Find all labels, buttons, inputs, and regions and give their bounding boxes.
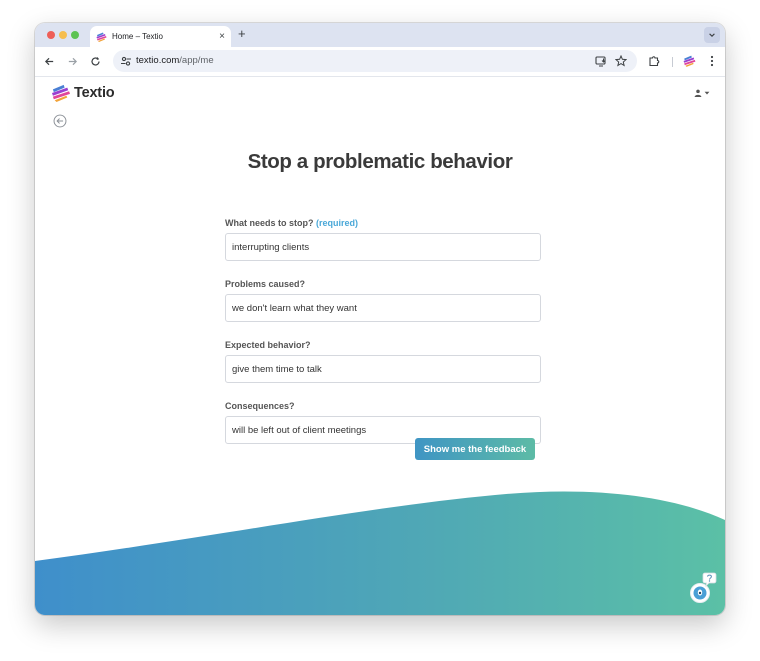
zoom-window-button[interactable] (71, 31, 79, 39)
textio-favicon-icon (96, 32, 107, 42)
problems-caused-input[interactable] (225, 294, 541, 322)
field-label-problems-caused: Problems caused? (225, 279, 306, 289)
address-bar[interactable]: textio.com/app/me (113, 50, 637, 72)
forward-button[interactable] (65, 54, 79, 68)
logo-text: Textio (74, 85, 115, 101)
chevron-down-icon (709, 33, 715, 37)
textio-logo-icon (52, 84, 70, 102)
help-chat-icon[interactable] (685, 571, 719, 607)
back-arrow-circle-icon[interactable] (53, 114, 67, 128)
extensions-button[interactable] (647, 54, 661, 68)
url-text: textio.com/app/me (136, 55, 214, 66)
tab-title: Home – Textio (112, 32, 163, 41)
reload-button[interactable] (88, 54, 102, 68)
field-label-expected-behavior: Expected behavior? (225, 340, 311, 350)
close-window-button[interactable] (47, 31, 55, 39)
field-label-what-needs-to-stop: What needs to stop? (required) (225, 218, 358, 228)
url-path: /app/me (179, 55, 214, 66)
reload-icon (90, 56, 100, 66)
what-needs-to-stop-input[interactable] (225, 233, 541, 261)
caret-down-icon (704, 91, 710, 95)
arrow-left-icon (44, 57, 53, 65)
page-content: Textio Stop a problematic behavior What … (35, 77, 725, 615)
url-host: textio.com (136, 55, 180, 66)
textio-extension-icon (683, 55, 695, 67)
close-tab-icon[interactable]: × (219, 31, 225, 42)
required-indicator: (required) (316, 218, 359, 228)
page-title: Stop a problematic behavior (247, 150, 513, 173)
textio-logo[interactable]: Textio (51, 84, 115, 102)
puzzle-icon (649, 56, 660, 67)
expected-behavior-input[interactable] (225, 355, 541, 383)
user-menu-button[interactable] (694, 89, 710, 97)
browser-menu-button[interactable] (705, 54, 719, 68)
back-button[interactable] (42, 54, 56, 68)
site-settings-icon[interactable] (120, 55, 132, 67)
browser-tab[interactable]: Home – Textio × (90, 26, 231, 47)
textio-extension-button[interactable] (682, 54, 696, 68)
install-app-icon[interactable] (595, 55, 607, 67)
decorative-wave (35, 491, 725, 615)
user-icon (694, 89, 702, 97)
bookmark-star-icon[interactable] (615, 55, 627, 67)
arrow-right-icon (68, 57, 77, 65)
field-label-text: What needs to stop? (225, 218, 314, 228)
minimize-window-button[interactable] (59, 31, 67, 39)
tab-search-button[interactable] (704, 27, 720, 43)
field-label-consequences: Consequences? (225, 401, 295, 411)
new-tab-button[interactable]: + (238, 27, 246, 41)
more-vertical-icon (710, 55, 714, 67)
tab-strip: Home – Textio × + (35, 23, 725, 47)
browser-toolbar: textio.com/app/me (35, 47, 725, 77)
browser-window: Home – Textio × + textio.com/app/me Text… (35, 23, 725, 615)
toolbar-divider (672, 57, 673, 67)
show-feedback-button[interactable]: Show me the feedback (415, 438, 535, 460)
